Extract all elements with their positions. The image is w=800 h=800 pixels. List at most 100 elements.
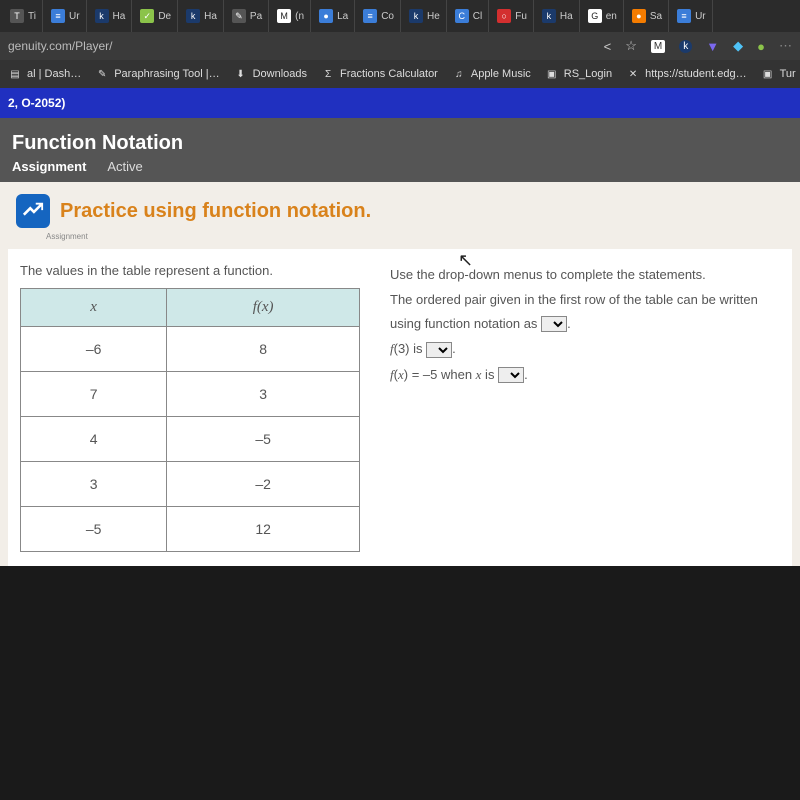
cell-x: –6 xyxy=(21,327,167,372)
bookmark-item[interactable]: ΣFractions Calculator xyxy=(321,67,438,81)
table-row: 3–2 xyxy=(21,462,360,507)
bookmark-label: Downloads xyxy=(253,68,307,80)
browser-tab[interactable]: ≡ Ur xyxy=(45,0,87,32)
bookmark-icon: ♫ xyxy=(452,67,466,81)
content-header: Function Notation Assignment Active xyxy=(0,118,800,182)
bookmark-icon: ✕ xyxy=(626,67,640,81)
page-subtitle: Assignment Active xyxy=(12,159,788,174)
intro-text: The values in the table represent a func… xyxy=(20,263,360,278)
tab-label: Ha xyxy=(204,11,217,22)
browser-tab[interactable]: Gen xyxy=(582,0,624,32)
bookmark-item[interactable]: ✎ Paraphrasing Tool |… xyxy=(95,67,219,81)
browser-tab-strip: TTi≡UrkHa✓DekHa✎PaM(n●La≡CokHeCCl○FukHaG… xyxy=(0,0,800,32)
table-row: –512 xyxy=(21,507,360,552)
bookmark-icon: ▤ xyxy=(8,67,22,81)
bookmark-item[interactable]: ▣ RS_Login xyxy=(545,67,612,81)
browser-tab[interactable]: CCl xyxy=(449,0,489,32)
browser-tab[interactable]: ●La xyxy=(313,0,355,32)
extension-icon-diamond[interactable]: ◆ xyxy=(733,38,743,54)
table-row: –68 xyxy=(21,327,360,372)
cell-fx: 12 xyxy=(167,507,360,552)
extension-icon-1[interactable]: M xyxy=(651,40,665,53)
extension-icon-k[interactable]: k xyxy=(679,40,692,53)
left-column: The values in the table represent a func… xyxy=(20,263,360,552)
course-header-bar: 2, O-2052) xyxy=(0,88,800,118)
tab-favicon-icon: ≡ xyxy=(677,9,691,23)
bookmark-bar: ▤al | Dash… ✎ Paraphrasing Tool |… ⬇ Downloa… xyxy=(0,60,800,88)
browser-tab[interactable]: M(n xyxy=(271,0,311,32)
star-icon[interactable]: ☆ xyxy=(625,38,637,54)
cell-fx: 3 xyxy=(167,372,360,417)
browser-tab[interactable]: ✎Pa xyxy=(226,0,269,32)
browser-tab[interactable]: ≡ Co xyxy=(357,0,401,32)
browser-tab[interactable]: ✓ De xyxy=(134,0,178,32)
browser-tab[interactable]: ○Fu xyxy=(491,0,534,32)
bookmark-item[interactable]: ▤al | Dash… xyxy=(8,67,81,81)
bookmark-label: RS_Login xyxy=(564,68,612,80)
extension-icon-circle[interactable]: ● xyxy=(757,39,765,54)
cell-x: 4 xyxy=(21,417,167,462)
share-icon[interactable]: < xyxy=(604,39,612,54)
tab-label: Ur xyxy=(69,11,80,22)
tab-favicon-icon: ● xyxy=(632,9,646,23)
tab-favicon-icon: T xyxy=(10,9,24,23)
tab-label: Co xyxy=(381,11,394,22)
bookmark-item[interactable]: ▣ Tur xyxy=(761,67,796,81)
bookmark-icon: Σ xyxy=(321,67,335,81)
browser-tab[interactable]: k Ha xyxy=(89,0,133,32)
tab-favicon-icon: ≡ xyxy=(363,9,377,23)
bookmark-item[interactable]: ✕https://student.edg… xyxy=(626,67,747,81)
more-icon[interactable]: ⋯ xyxy=(779,38,792,54)
tab-label: Cl xyxy=(473,11,482,22)
dropdown-x[interactable] xyxy=(498,367,524,383)
course-code: 2, O-2052) xyxy=(8,96,65,110)
bookmark-icon: ✎ xyxy=(95,67,109,81)
browser-tab[interactable]: ● Sa xyxy=(626,0,669,32)
cell-x: 7 xyxy=(21,372,167,417)
tab-label: (n xyxy=(295,11,304,22)
table-head-fx: f(x) xyxy=(167,289,360,327)
bookmark-icon: ⬇ xyxy=(234,67,248,81)
right-column: Use the drop-down menus to complete the … xyxy=(390,263,780,552)
table-row: 73 xyxy=(21,372,360,417)
page-title: Function Notation xyxy=(12,132,788,155)
tab-favicon-icon: k xyxy=(542,9,556,23)
assignment-label: Assignment xyxy=(12,159,86,174)
bookmark-label: Tur xyxy=(780,68,796,80)
bookmark-item[interactable]: ⬇ Downloads xyxy=(234,67,307,81)
browser-tab[interactable]: ≡ Ur xyxy=(671,0,713,32)
tab-label: Sa xyxy=(650,11,662,22)
bookmark-label: Paraphrasing Tool |… xyxy=(114,68,219,80)
lesson-icon xyxy=(16,194,50,228)
lesson-title: Practice using function notation. xyxy=(60,200,371,223)
dropdown-f3[interactable] xyxy=(426,342,452,358)
tab-label: Ur xyxy=(695,11,706,22)
browser-tab[interactable]: kHa xyxy=(180,0,224,32)
browser-tab[interactable]: TTi xyxy=(4,0,43,32)
cell-x: –5 xyxy=(21,507,167,552)
bookmark-icon: ▣ xyxy=(761,67,775,81)
cell-fx: –5 xyxy=(167,417,360,462)
tab-favicon-icon: ✎ xyxy=(232,9,246,23)
tab-favicon-icon: ● xyxy=(319,9,333,23)
status-label: Active xyxy=(107,159,142,174)
tab-favicon-icon: k xyxy=(95,9,109,23)
function-table: x f(x) –68734–53–2–512 xyxy=(20,288,360,552)
bookmark-label: Apple Music xyxy=(471,68,531,80)
tab-favicon-icon: k xyxy=(409,9,423,23)
tab-label: Ha xyxy=(113,11,126,22)
cell-fx: 8 xyxy=(167,327,360,372)
lesson-tag: Assignment xyxy=(46,232,800,241)
dropdown-ordered-pair[interactable] xyxy=(541,316,567,332)
tab-favicon-icon: ≡ xyxy=(51,9,65,23)
browser-tab[interactable]: kHe xyxy=(403,0,447,32)
browser-tab[interactable]: kHa xyxy=(536,0,580,32)
tab-label: De xyxy=(158,11,171,22)
extension-icon-shield[interactable]: ▼ xyxy=(706,39,719,54)
tab-favicon-icon: ✓ xyxy=(140,9,154,23)
statement-3: f(x) = –5 when x is . xyxy=(390,363,780,386)
url-text[interactable]: genuity.com/Player/ xyxy=(8,39,604,53)
bookmark-item[interactable]: ♫ Apple Music xyxy=(452,67,531,81)
table-head-x: x xyxy=(21,289,167,327)
bookmark-icon: ▣ xyxy=(545,67,559,81)
